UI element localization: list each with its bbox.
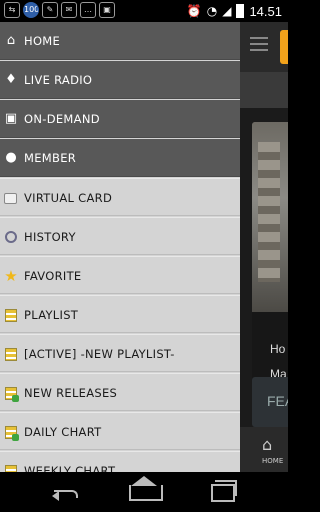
- card-text-1: Ho: [270, 342, 286, 356]
- home-tab-icon: ⌂: [262, 435, 273, 454]
- drawer-item-label: DAILY CHART: [24, 425, 102, 439]
- drawer-item-weekly-chart[interactable]: WEEKLY CHART: [0, 451, 240, 472]
- playlist-new-icon: [5, 465, 17, 472]
- feature-label: FEA: [267, 393, 288, 409]
- menu-icon[interactable]: [250, 37, 268, 55]
- drawer-item-virtual-card[interactable]: VIRTUAL CARD: [0, 178, 240, 216]
- drawer-item-live-radio[interactable]: ♦ LIVE RADIO: [0, 61, 240, 99]
- microphone-icon: ♦: [5, 72, 17, 87]
- message-icon: …: [80, 2, 96, 18]
- home-icon: ⌂: [6, 33, 16, 48]
- playlist-icon: [5, 348, 17, 361]
- drawer-item-label: VIRTUAL CARD: [24, 191, 113, 205]
- clock-time: 14.51: [249, 3, 282, 19]
- navigation-drawer: ⌂ HOME ♦ LIVE RADIO ▣ ON-DEMAND ● MEMBER…: [0, 22, 240, 472]
- usb-icon: ⇆: [4, 2, 20, 18]
- badge-text: 100: [24, 5, 39, 14]
- drawer-item-label: HOME: [24, 34, 61, 48]
- drawer-item-playlist[interactable]: PLAYLIST: [0, 295, 240, 333]
- playlist-new-icon: [5, 426, 19, 441]
- drawer-item-label: WEEKLY CHART: [24, 464, 116, 472]
- drawer-item-member[interactable]: ● MEMBER: [0, 139, 240, 177]
- mail-icon: ✉: [61, 2, 77, 18]
- wrench-icon: ✎: [42, 2, 58, 18]
- drawer-item-label: FAVORITE: [24, 269, 82, 283]
- toolbar-accent: [280, 30, 288, 64]
- battery-icon: [236, 4, 245, 18]
- playlist-icon: [5, 309, 17, 322]
- tab-home[interactable]: ⌂ HOME: [240, 427, 288, 472]
- radio-icon: ▣: [4, 111, 18, 126]
- app-toolbar: [240, 22, 288, 72]
- system-icons: ⏰ ◔ ◢ 14.51: [187, 2, 282, 20]
- notification-icons: ⇆ 100 ✎ ✉ … ▣: [4, 2, 115, 18]
- card-icon: [4, 193, 17, 204]
- home-tab-label: HOME: [262, 457, 284, 465]
- featured-card[interactable]: Ho Ma: [252, 122, 288, 387]
- wifi-icon: ◔: [206, 4, 218, 18]
- drawer-item-history[interactable]: HISTORY: [0, 217, 240, 255]
- drawer-item-favorite[interactable]: ★ FAVORITE: [0, 256, 240, 294]
- signal-icon: ◢: [222, 4, 232, 18]
- drawer-item-label: LIVE RADIO: [24, 73, 93, 87]
- drawer-item-label: MEMBER: [24, 151, 77, 165]
- playlist-new-icon: [5, 387, 19, 402]
- toolbar-strip: [240, 72, 288, 108]
- drawer-item-label: ON-DEMAND: [24, 112, 100, 126]
- drawer-item-label: PLAYLIST: [24, 308, 79, 322]
- drawer-item-label: [ACTIVE] -NEW PLAYLIST-: [24, 347, 175, 361]
- members-icon: ●: [5, 150, 17, 165]
- star-icon: ★: [4, 267, 18, 285]
- status-bar: ⇆ 100 ✎ ✉ … ▣ ⏰ ◔ ◢ 14.51: [0, 0, 288, 22]
- notification-100-icon: 100: [23, 2, 39, 18]
- drawer-item-label: NEW RELEASES: [24, 386, 118, 400]
- alarm-icon: ⏰: [186, 4, 202, 18]
- navigation-bar: [0, 472, 288, 512]
- home-button-icon[interactable]: [129, 476, 163, 504]
- clock-icon: [5, 231, 17, 243]
- drawer-item-on-demand[interactable]: ▣ ON-DEMAND: [0, 100, 240, 138]
- recent-apps-icon[interactable]: [209, 480, 239, 504]
- drawer-item-label: HISTORY: [24, 230, 76, 244]
- drawer-item-active-new-playlist[interactable]: [ACTIVE] -NEW PLAYLIST-: [0, 334, 240, 372]
- gallery-icon: ▣: [99, 2, 115, 18]
- card-image: [252, 122, 288, 312]
- drawer-item-home[interactable]: ⌂ HOME: [0, 22, 240, 60]
- drawer-item-new-releases[interactable]: NEW RELEASES: [0, 373, 240, 411]
- card-caption: Ho Ma: [252, 312, 288, 387]
- drawer-item-daily-chart[interactable]: DAILY CHART: [0, 412, 240, 450]
- back-icon[interactable]: [50, 480, 80, 504]
- main-content: Ho Ma FEA ⌂ HOME: [240, 22, 288, 472]
- feature-panel[interactable]: FEA: [252, 377, 288, 427]
